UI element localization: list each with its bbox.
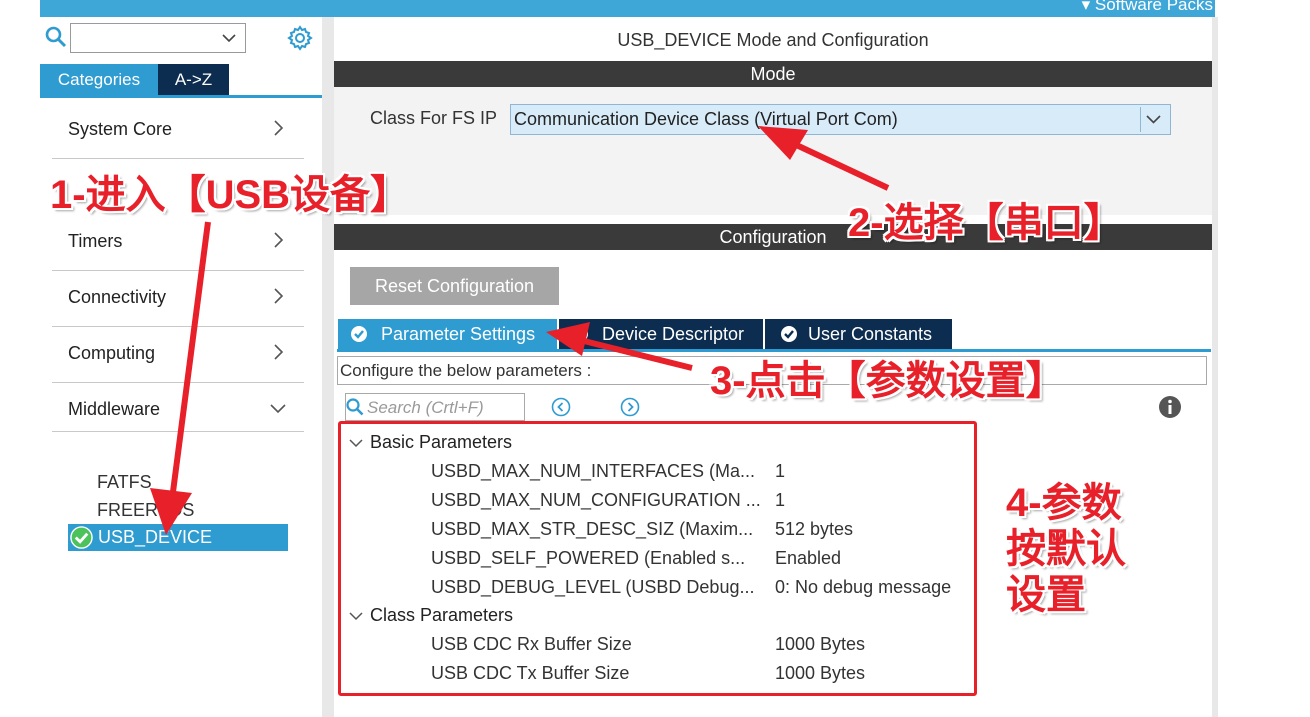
- reset-configuration-button[interactable]: Reset Configuration: [350, 267, 559, 305]
- tab-label: Device Descriptor: [602, 324, 745, 344]
- chevron-down-icon[interactable]: [1140, 107, 1166, 132]
- tab-a-z[interactable]: A->Z: [158, 64, 229, 95]
- tab-device-descriptor[interactable]: Device Descriptor: [559, 319, 763, 350]
- chevron-right-icon: [274, 288, 284, 304]
- class-for-fs-ip-label: Class For FS IP: [370, 108, 498, 128]
- category-search-combo[interactable]: [70, 23, 246, 53]
- annotation-step1: 1-进入【USB设备】: [50, 173, 411, 217]
- tab-parameter-settings[interactable]: Parameter Settings: [338, 319, 557, 350]
- tab-categories[interactable]: Categories: [40, 64, 158, 95]
- annotation-step3: 3-点击【参数设置】: [710, 359, 1066, 403]
- search-placeholder: Search (Crtl+F): [367, 398, 484, 417]
- category-middleware[interactable]: Middleware: [52, 384, 304, 432]
- chevron-right-icon: [274, 120, 284, 136]
- check-circle-icon: [781, 326, 797, 342]
- page-title: USB_DEVICE Mode and Configuration: [617, 30, 929, 50]
- category-label: Middleware: [68, 399, 161, 419]
- check-circle-icon: [572, 326, 588, 342]
- tab-label: User Constants: [808, 324, 933, 344]
- search-icon[interactable]: [44, 25, 68, 49]
- annotation-highlight-box: [338, 421, 977, 696]
- class-for-fs-ip-select[interactable]: Communication Device Class (Virtual Port…: [510, 104, 1171, 135]
- gear-icon[interactable]: [287, 25, 313, 51]
- middleware-item-label: USB_DEVICE: [98, 527, 213, 547]
- annotation-step4: 4-参数 按默认 设置: [1006, 480, 1126, 618]
- annotation-step4-line3: 设置: [1006, 573, 1086, 617]
- tab-label: Parameter Settings: [381, 324, 536, 344]
- category-label: System Core: [68, 119, 173, 139]
- parameter-search-input[interactable]: Search (Crtl+F): [345, 393, 525, 421]
- right-border: [1212, 17, 1218, 717]
- tab-user-constants[interactable]: User Constants: [765, 319, 952, 350]
- category-label: Connectivity: [68, 287, 167, 307]
- previous-result-icon[interactable]: [551, 397, 571, 417]
- class-select-value: Communication Device Class (Virtual Port…: [514, 109, 898, 129]
- tab-underline: [40, 95, 322, 98]
- middleware-item-usb-device[interactable]: USB_DEVICE: [68, 524, 288, 551]
- middleware-item-freertos[interactable]: FREERTOS: [97, 500, 194, 521]
- mode-header: Mode: [334, 61, 1212, 87]
- chevron-down-icon: [270, 404, 286, 414]
- middleware-item-fatfs[interactable]: FATFS: [97, 472, 152, 493]
- info-icon[interactable]: [1158, 395, 1182, 419]
- top-toolbar: ▾ Software Packs: [40, 0, 1215, 17]
- search-icon: [346, 398, 364, 416]
- configure-parameters-text: Configure the below parameters :: [340, 361, 592, 380]
- annotation-step4-line1: 4-参数: [1006, 481, 1122, 525]
- chevron-right-icon: [274, 232, 284, 248]
- category-system-core[interactable]: System Core: [52, 104, 304, 159]
- panel-splitter[interactable]: [322, 17, 334, 717]
- software-packs-menu[interactable]: ▾ Software Packs: [1082, 0, 1213, 15]
- annotation-step4-line2: 按默认: [1006, 527, 1126, 571]
- annotation-step2: 2-选择【串口】: [848, 201, 1124, 245]
- category-label: Computing: [68, 343, 156, 363]
- chevron-down-icon[interactable]: [221, 30, 237, 46]
- category-timers[interactable]: Timers: [52, 216, 304, 271]
- category-connectivity[interactable]: Connectivity: [52, 272, 304, 327]
- check-circle-icon: [351, 326, 367, 342]
- check-circle-icon: [70, 526, 93, 549]
- category-label: Timers: [68, 231, 123, 251]
- category-computing[interactable]: Computing: [52, 328, 304, 383]
- next-result-icon[interactable]: [620, 397, 640, 417]
- chevron-right-icon: [274, 344, 284, 360]
